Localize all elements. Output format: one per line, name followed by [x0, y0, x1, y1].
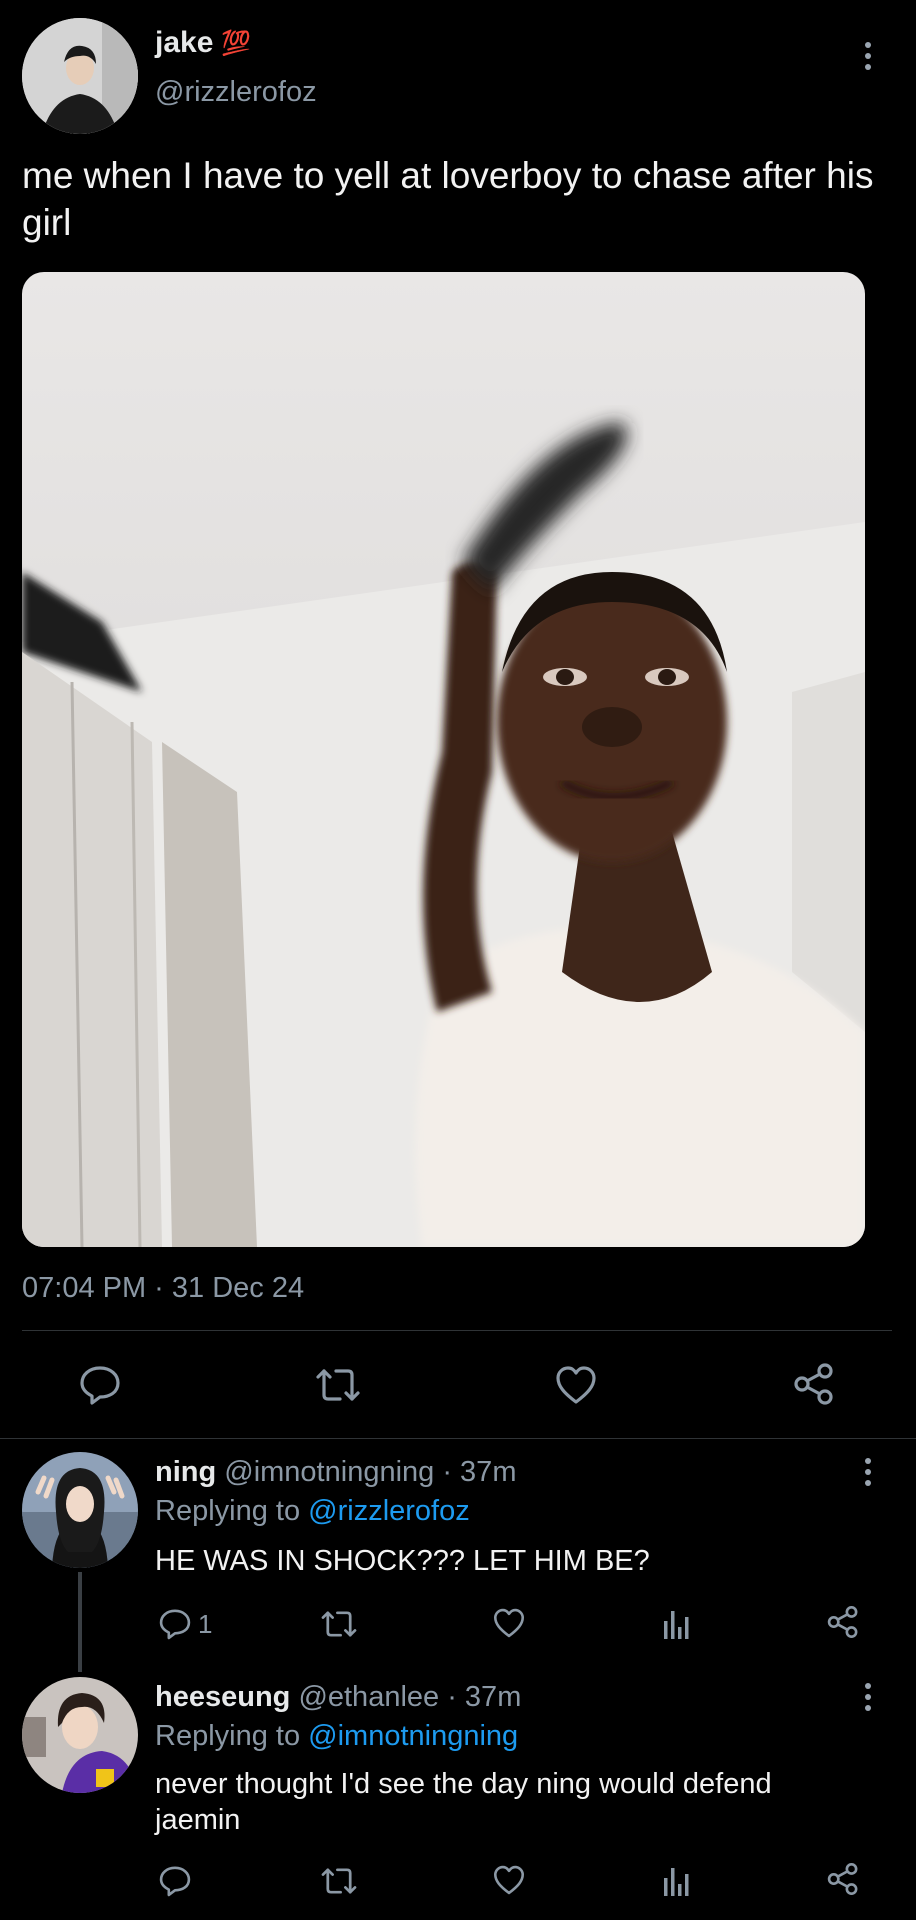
like-icon[interactable] — [492, 1607, 526, 1639]
analytics-icon[interactable] — [662, 1864, 692, 1898]
more-options-icon[interactable] — [856, 1677, 880, 1717]
reply-avatar[interactable] — [22, 1452, 138, 1568]
tweet-text: me when I have to yell at loverboy to ch… — [22, 155, 874, 243]
retweet-icon[interactable] — [318, 1865, 360, 1897]
author-name[interactable]: jake — [155, 26, 213, 60]
reply-text: never thought I'd see the day ning would… — [155, 1768, 772, 1836]
author-avatar[interactable] — [22, 18, 138, 134]
replying-to-handle[interactable]: @rizzlerofoz — [308, 1495, 470, 1527]
like-icon[interactable] — [554, 1364, 598, 1406]
share-icon[interactable] — [826, 1605, 860, 1639]
tweet-media-image[interactable] — [22, 272, 865, 1247]
retweet-icon[interactable] — [312, 1365, 364, 1405]
divider — [0, 1438, 916, 1439]
reply-author-handle[interactable]: @imnotningning — [224, 1456, 434, 1488]
replying-to-label: Replying to — [155, 1720, 301, 1752]
reply-author-name[interactable]: heeseung — [155, 1681, 290, 1713]
author-handle[interactable]: @rizzlerofoz — [155, 76, 317, 109]
replying-to-handle[interactable]: @imnotningning — [308, 1720, 518, 1752]
share-icon[interactable] — [826, 1862, 860, 1896]
retweet-icon[interactable] — [318, 1608, 360, 1640]
replying-to-label: Replying to — [155, 1495, 301, 1527]
divider — [22, 1330, 892, 1331]
reply-icon[interactable]: 1 — [158, 1607, 212, 1641]
reply-icon[interactable] — [78, 1363, 122, 1407]
reply-time: · 37m — [442, 1456, 517, 1488]
tweet-timestamp: 07:04 PM · 31 Dec 24 — [22, 1272, 305, 1304]
reply-author-name[interactable]: ning — [155, 1456, 216, 1488]
more-options-icon[interactable] — [856, 1452, 880, 1492]
reply-time: · 37m — [447, 1681, 522, 1713]
like-icon[interactable] — [492, 1864, 526, 1896]
reply-avatar[interactable] — [22, 1677, 138, 1793]
share-icon[interactable] — [792, 1362, 836, 1406]
more-options-icon[interactable] — [856, 36, 880, 76]
reply-author-handle[interactable]: @ethanlee — [298, 1681, 439, 1713]
reply-icon[interactable] — [158, 1864, 192, 1898]
hundred-emoji-badge: 💯 — [221, 29, 252, 57]
reply-text: HE WAS IN SHOCK??? LET HIM BE? — [155, 1545, 650, 1577]
thread-line — [78, 1572, 82, 1672]
reply-count: 1 — [198, 1608, 213, 1639]
analytics-icon[interactable] — [662, 1607, 692, 1641]
